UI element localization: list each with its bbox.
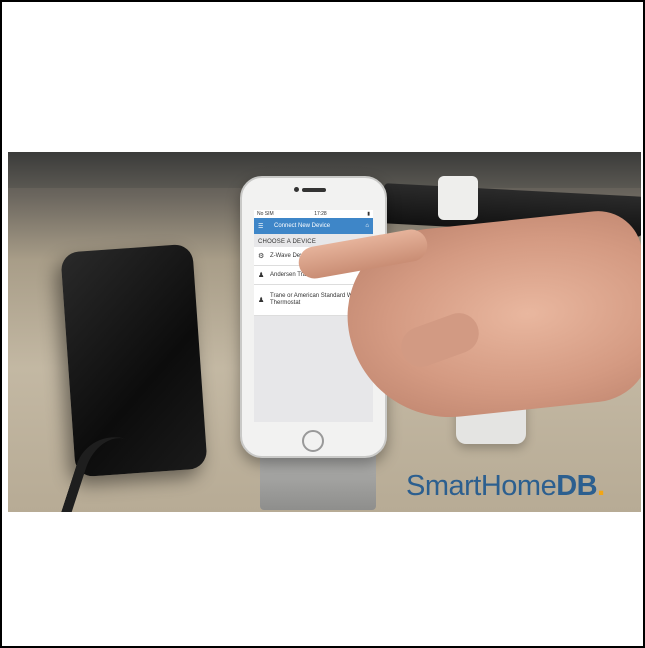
watermark-bold: DB (556, 470, 598, 502)
hub-logo (120, 322, 166, 355)
video-frame: No SIM 17:28 ▮ ☰ Connect New Device ⌂ CH… (0, 0, 645, 648)
time-text: 17:28 (314, 211, 327, 217)
phone-stand (260, 452, 376, 510)
front-camera (294, 187, 299, 192)
home-button[interactable] (302, 430, 324, 452)
battery-icon: ▮ (367, 211, 370, 217)
watermark-text: SmartHome (406, 470, 557, 502)
status-bar: No SIM 17:28 ▮ (254, 210, 373, 218)
nav-title: Connect New Device (274, 223, 331, 229)
usb-adapter (438, 176, 478, 220)
earpiece (302, 188, 326, 192)
watermark-logo: SmartHomeDB. (406, 470, 605, 503)
nav-bar: ☰ Connect New Device ⌂ (254, 218, 373, 234)
person-icon: ♟ (258, 272, 265, 279)
people-icon: ♟ (258, 297, 265, 304)
menu-icon[interactable]: ☰ (258, 223, 268, 230)
watermark-dot: . (597, 470, 605, 502)
carrier-text: No SIM (257, 211, 274, 217)
zwave-icon: ⚙ (258, 253, 265, 260)
photo: No SIM 17:28 ▮ ☰ Connect New Device ⌂ CH… (8, 152, 641, 512)
home-icon[interactable]: ⌂ (365, 223, 369, 229)
